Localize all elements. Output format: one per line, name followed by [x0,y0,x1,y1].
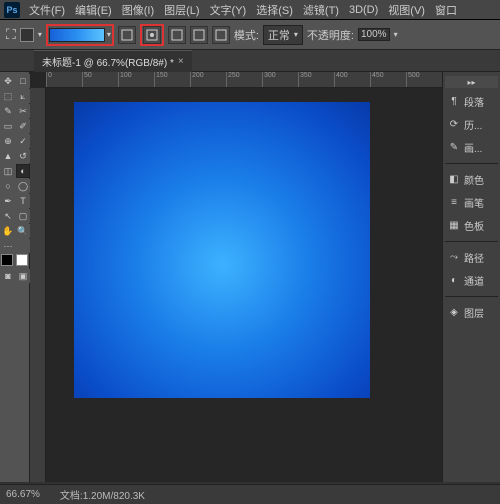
ruler-vertical [30,88,46,482]
channels-icon: ◐ [447,275,461,287]
zoom-tool[interactable]: 🔍 [16,224,30,238]
menu-view[interactable]: 视图(V) [383,2,430,18]
panel-paths[interactable]: ⤳路径 [445,248,498,267]
frame-tool[interactable]: ▭ [1,119,15,133]
menu-type[interactable]: 文字(Y) [205,2,252,18]
paths-icon: ⤳ [447,252,461,264]
panel-dock: ▸▸ ¶段落 ⟳历... ✎画... ◧颜色 ≡画笔 ▦色板 ⤳路径 ◐通道 ◈… [442,72,500,482]
foreground-color[interactable] [1,254,13,266]
opacity-value[interactable]: 100% [358,28,390,41]
panel-history[interactable]: ⟳历... [445,115,498,134]
layers-icon: ◈ [447,307,461,319]
panel-channels[interactable]: ◐通道 [445,271,498,290]
background-color[interactable] [16,254,28,266]
paragraph-icon: ¶ [447,96,461,108]
gradient-reflected-button[interactable] [190,26,208,44]
mode-select[interactable]: 正常▾ [263,25,303,45]
menu-file[interactable]: 文件(F) [24,2,70,18]
lasso-tool[interactable]: ⟀ [16,89,30,103]
panel-brush[interactable]: ✎画... [445,138,498,157]
chevron-down-icon[interactable]: ▾ [107,30,111,39]
screen-mode-tool[interactable]: ▣ [16,269,30,283]
history-brush-tool[interactable]: ↺ [16,149,30,163]
dodge-tool[interactable]: ◯ [16,179,30,193]
menu-image[interactable]: 图像(I) [117,2,159,18]
status-bar: 66.67% 文档:1.20M/820.3K [0,484,500,504]
shape-tool[interactable]: ▢ [16,209,30,223]
doc-info: 文档:1.20M/820.3K [60,487,145,502]
edit-toolbar[interactable]: ⋯ [1,239,15,253]
close-icon[interactable]: × [178,56,184,67]
gradient-preview[interactable] [49,28,105,42]
menu-filter[interactable]: 滤镜(T) [298,2,344,18]
gradient-radial-highlight [140,24,164,46]
menu-select[interactable]: 选择(S) [251,2,298,18]
pen-tool[interactable]: ✒ [1,194,15,208]
chevron-down-icon[interactable]: ▾ [38,30,42,39]
zoom-level[interactable]: 66.67% [6,489,40,500]
gradient-radial-button[interactable] [143,26,161,44]
tool-preset-swatch[interactable] [20,28,34,42]
color-icon: ◧ [447,174,461,186]
crop-tool[interactable]: ✂ [16,104,30,118]
document-tab[interactable]: 未标题-1 @ 66.7%(RGB/8#) * × [34,50,192,72]
quick-mask-tool[interactable]: ◙ [1,269,15,283]
path-tool[interactable]: ↖ [1,209,15,223]
healing-tool[interactable]: ⊕ [1,134,15,148]
brushes-icon: ≡ [447,197,461,209]
document-canvas[interactable] [74,102,370,398]
gradient-picker-highlight: ▾ [46,24,114,46]
panel-color[interactable]: ◧颜色 [445,170,498,189]
ruler-horizontal: 050100150200250300350400450500 [46,72,442,88]
menu-layer[interactable]: 图层(L) [159,2,204,18]
eyedropper-tool[interactable]: ✐ [16,119,30,133]
opacity-label: 不透明度: [307,27,354,43]
chevron-down-icon[interactable]: ▾ [394,30,398,39]
eraser-tool[interactable]: ◫ [1,164,15,178]
stamp-tool[interactable]: ▲ [1,149,15,163]
app-logo: Ps [4,2,20,18]
type-tool[interactable]: T [16,194,30,208]
panel-layers[interactable]: ◈图层 [445,303,498,322]
options-bar: ⛶ ▾ ▾ 模式: 正常▾ 不透明度: 100% ▾ [0,20,500,50]
tool-icon: ⛶ [6,26,16,43]
panel-swatches[interactable]: ▦色板 [445,216,498,235]
artboard-tool[interactable]: □ [16,74,30,88]
hand-tool[interactable]: ✋ [1,224,15,238]
brush-icon: ✎ [447,142,461,154]
gradient-diamond-button[interactable] [212,26,230,44]
marquee-tool[interactable]: ⬚ [1,89,15,103]
swatches-icon: ▦ [447,220,461,232]
move-tool[interactable]: ✥ [1,74,15,88]
panel-brushes[interactable]: ≡画笔 [445,193,498,212]
toolbox: ✥□ ⬚⟀ ✎✂ ▭✐ ⊕✓ ▲↺ ◫◐ ○◯ ✒T ↖▢ ✋🔍 ⋯ ◙▣ [0,72,30,482]
canvas-area: 050100150200250300350400450500 [30,72,442,482]
quick-select-tool[interactable]: ✎ [1,104,15,118]
blur-tool[interactable]: ○ [1,179,15,193]
gradient-angle-button[interactable] [168,26,186,44]
menu-3d[interactable]: 3D(D) [344,4,383,16]
gradient-tool[interactable]: ◐ [16,164,30,178]
panel-paragraph[interactable]: ¶段落 [445,92,498,111]
gradient-linear-button[interactable] [118,26,136,44]
tab-title: 未标题-1 @ 66.7%(RGB/8#) * [42,54,174,69]
history-icon: ⟳ [447,119,461,131]
menu-window[interactable]: 窗口 [430,2,462,18]
document-tabs: 未标题-1 @ 66.7%(RGB/8#) * × [0,50,500,72]
collapse-icon[interactable]: ▸▸ [445,76,498,88]
brush-tool[interactable]: ✓ [16,134,30,148]
menu-edit[interactable]: 编辑(E) [70,2,117,18]
mode-label: 模式: [234,27,259,43]
menubar: Ps 文件(F) 编辑(E) 图像(I) 图层(L) 文字(Y) 选择(S) 滤… [0,0,500,20]
